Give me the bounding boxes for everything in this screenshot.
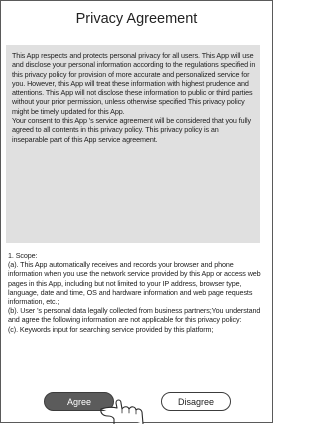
dialog-title: Privacy Agreement [75, 11, 198, 27]
summary-paragraph-2: Your consent to this App ’s service agre… [12, 116, 252, 144]
details-item-c: (c). Keywords input for searching servic… [8, 324, 214, 334]
policy-summary-box[interactable]: This App respects and protects personal … [6, 45, 260, 243]
details-item-a: (a). This App automatically receives and… [8, 260, 261, 307]
policy-details[interactable]: 1. Scope: (a). This App automatically re… [8, 251, 266, 334]
privacy-dialog: Privacy Agreement This App respects and … [0, 0, 273, 424]
summary-paragraph-1: This App respects and protects personal … [12, 51, 256, 116]
details-line-scope: 1. Scope: [8, 251, 38, 260]
disagree-button[interactable]: Disagree [161, 392, 231, 411]
agree-button[interactable]: Agree [44, 392, 114, 411]
details-item-b: (b). User ’s personal data legally colle… [8, 306, 261, 325]
